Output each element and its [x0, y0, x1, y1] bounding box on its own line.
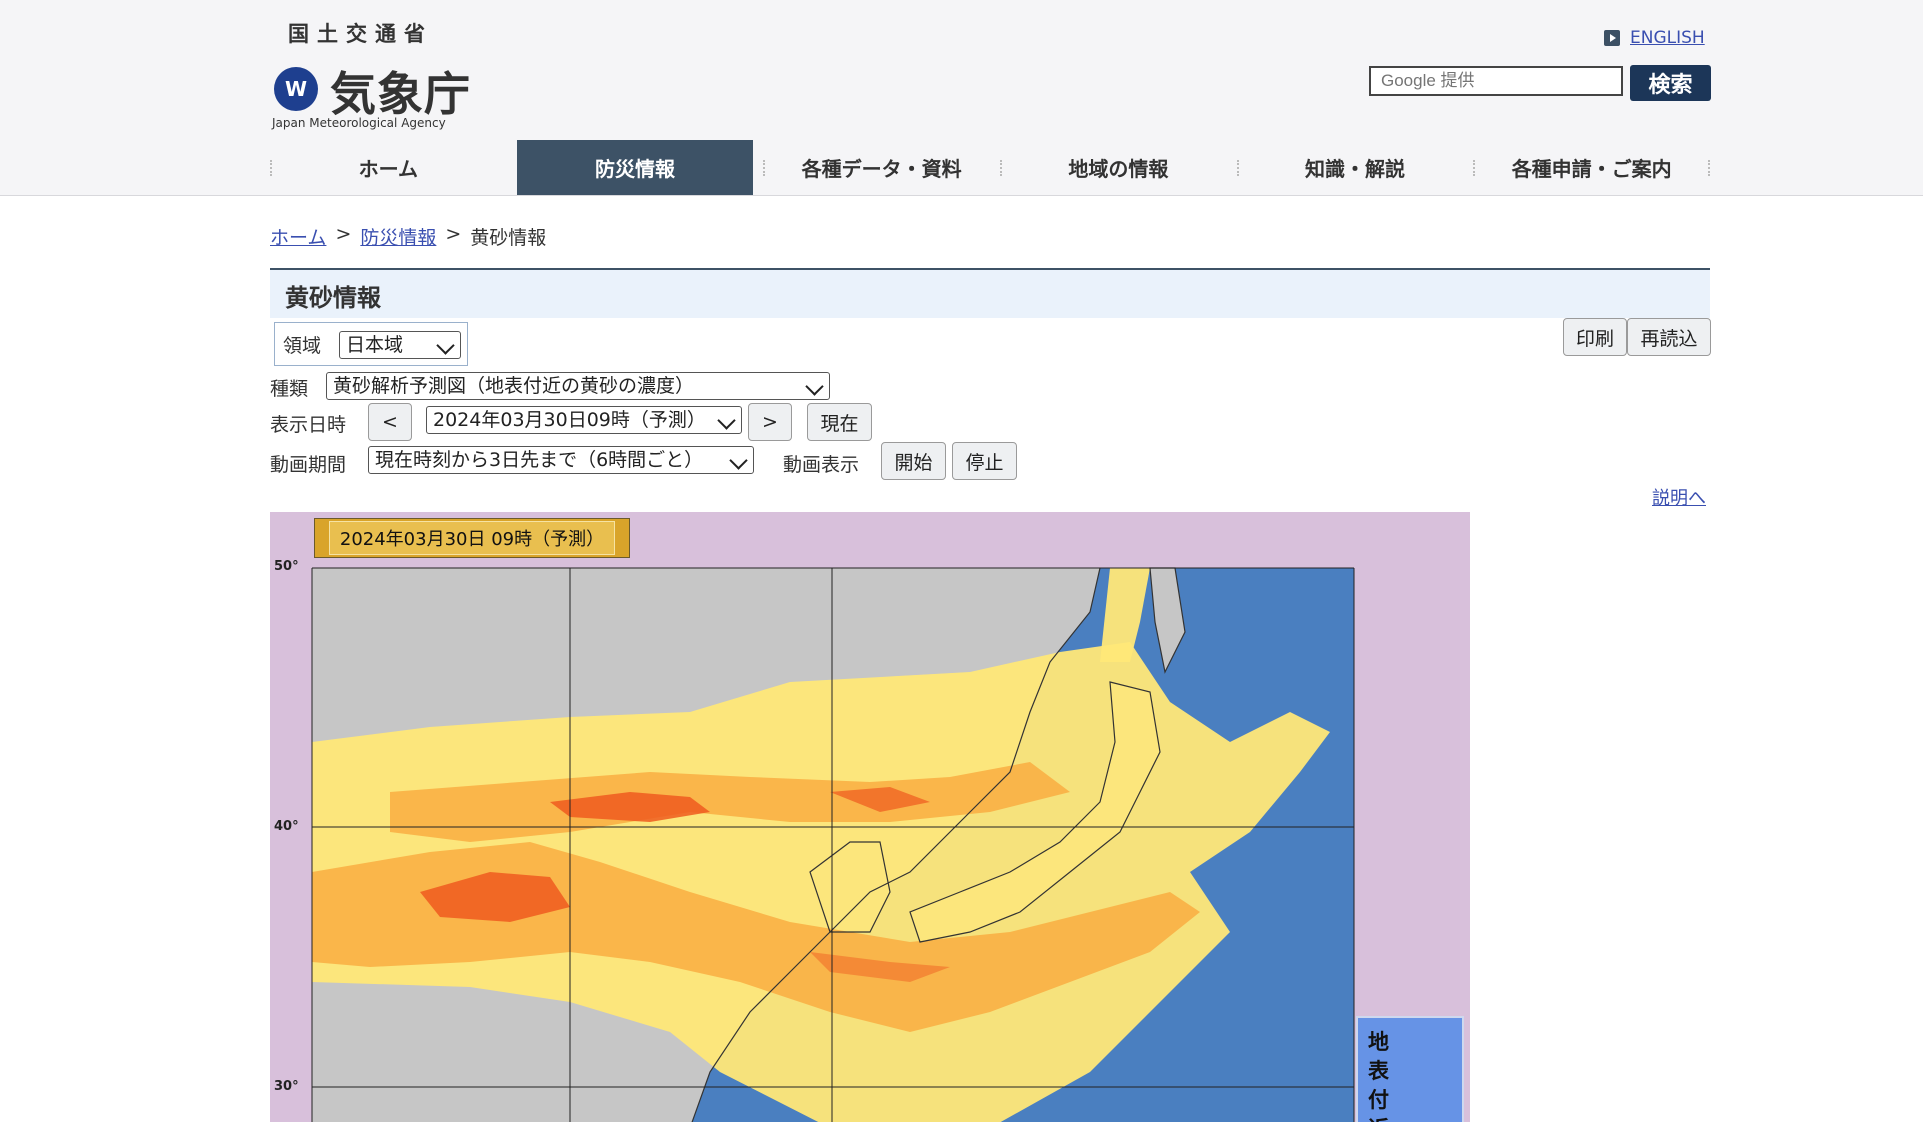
kosa-forecast-map: 2024年03月30日 09時（予測） 50° 40° 30° 地表付近: [270, 512, 1470, 1122]
animation-display-label: 動画表示: [783, 454, 860, 476]
agency-name: 気象庁: [330, 67, 471, 121]
site-header: 国土交通省 W 気象庁 Japan Meteorological Agency …: [0, 0, 1923, 196]
animation-period-value: 現在時刻から3日先まで（6時間ごと）: [375, 449, 704, 471]
map-timestamp: 2024年03月30日 09時（予測）: [314, 518, 630, 558]
map-timestamp-text: 2024年03月30日 09時（予測）: [328, 521, 616, 555]
nav-item-knowledge[interactable]: 知識・解説: [1236, 140, 1474, 195]
breadcrumb-separator: >: [445, 223, 462, 245]
stop-button[interactable]: 停止: [952, 442, 1017, 480]
search-input[interactable]: [1371, 68, 1621, 94]
nav-item-home[interactable]: ホーム: [270, 140, 507, 195]
breadcrumb-disaster[interactable]: 防災情報: [360, 223, 436, 250]
search-box[interactable]: [1369, 66, 1623, 96]
prev-time-button[interactable]: <: [368, 403, 412, 441]
english-link[interactable]: ENGLISH: [1630, 28, 1705, 48]
nav-item-regional[interactable]: 地域の情報: [1000, 140, 1237, 195]
datetime-label: 表示日時: [270, 414, 347, 436]
chevron-down-icon: [729, 451, 748, 470]
nav-item-data[interactable]: 各種データ・資料: [763, 140, 1000, 195]
agency-name-en: Japan Meteorological Agency: [272, 116, 446, 130]
page-title: 黄砂情報: [285, 284, 381, 312]
lat-label-30: 30°: [274, 1079, 299, 1094]
nav-item-applications[interactable]: 各種申請・ご案内: [1473, 140, 1710, 195]
datetime-select[interactable]: 2024年03月30日09時（予測）: [426, 406, 742, 434]
jma-logo[interactable]: 国土交通省 W 気象庁 Japan Meteorological Agency: [268, 14, 478, 130]
start-button[interactable]: 開始: [881, 442, 946, 480]
datetime-select-value: 2024年03月30日09時（予測）: [433, 409, 706, 431]
lat-label-40: 40°: [274, 819, 299, 834]
lat-label-50: 50°: [274, 559, 299, 574]
animation-period-select[interactable]: 現在時刻から3日先まで（6時間ごと）: [368, 446, 754, 474]
map-legend: 地表付近: [1356, 1016, 1464, 1122]
chevron-down-icon: [436, 336, 455, 355]
region-select[interactable]: 日本域: [339, 331, 461, 359]
language-switch[interactable]: ENGLISH: [1604, 28, 1705, 48]
page-title-bar: 黄砂情報: [270, 268, 1710, 318]
legend-title: 地表付近: [1368, 1030, 1389, 1122]
type-label: 種類: [270, 378, 309, 400]
chevron-down-icon: [805, 377, 824, 396]
print-button[interactable]: 印刷: [1563, 318, 1627, 356]
global-nav: ホーム 防災情報 各種データ・資料 地域の情報 知識・解説 各種申請・ご案内: [270, 140, 1710, 195]
chevron-down-icon: [717, 411, 736, 430]
breadcrumb-home[interactable]: ホーム: [270, 223, 326, 250]
breadcrumb: ホーム > 防災情報 > 黄砂情報: [270, 223, 546, 250]
svg-text:W: W: [285, 77, 307, 101]
region-group: 領域 日本域: [274, 322, 468, 366]
type-select-value: 黄砂解析予測図（地表付近の黄砂の濃度）: [333, 375, 695, 397]
region-select-value: 日本域: [346, 334, 404, 356]
play-square-icon: [1604, 30, 1620, 46]
breadcrumb-separator: >: [335, 223, 352, 245]
search-button[interactable]: 検索: [1630, 65, 1711, 101]
ministry-name: 国土交通省: [288, 22, 433, 46]
now-button[interactable]: 現在: [807, 403, 872, 441]
type-select[interactable]: 黄砂解析予測図（地表付近の黄砂の濃度）: [326, 372, 830, 400]
reload-button[interactable]: 再読込: [1627, 318, 1711, 356]
jma-emblem-icon: W: [274, 67, 318, 111]
next-time-button[interactable]: >: [748, 403, 792, 441]
nav-item-disaster-info[interactable]: 防災情報: [516, 140, 754, 195]
animation-period-label: 動画期間: [270, 454, 347, 476]
breadcrumb-current: 黄砂情報: [470, 227, 547, 249]
dust-concentration-map: [311, 567, 1355, 1122]
region-label: 領域: [283, 335, 322, 357]
explanation-link[interactable]: 説明へ: [1652, 484, 1706, 510]
